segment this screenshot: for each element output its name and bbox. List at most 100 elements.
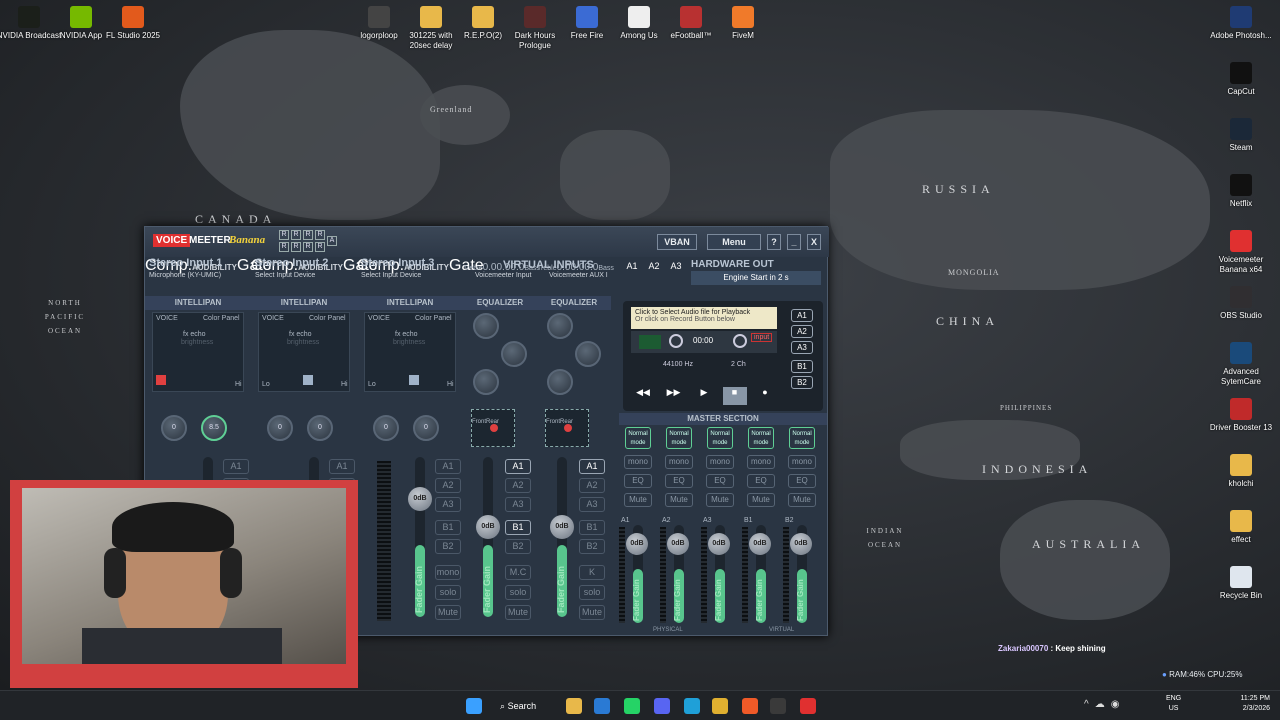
- bus-button-b1[interactable]: B1: [505, 520, 531, 535]
- desktop-icon[interactable]: Steam: [1208, 118, 1274, 153]
- eq-button[interactable]: EQ: [747, 474, 775, 488]
- comp-knob[interactable]: 0: [161, 415, 187, 441]
- bus-button-a1[interactable]: A1: [223, 459, 249, 474]
- normal-mode-button[interactable]: Normal mode: [625, 427, 651, 449]
- desktop-icon[interactable]: Driver Booster 13: [1208, 398, 1274, 433]
- solo-button[interactable]: solo: [579, 585, 605, 600]
- windows-icon[interactable]: [466, 698, 482, 714]
- fader-knob[interactable]: 0dB: [550, 515, 574, 539]
- chevron-up-icon[interactable]: ^: [1084, 699, 1095, 710]
- bus-button-a1[interactable]: A1: [435, 459, 461, 474]
- mono-button[interactable]: mono: [665, 455, 693, 469]
- desktop-icon[interactable]: Netflix: [1208, 174, 1274, 209]
- mono-button[interactable]: mono: [435, 565, 461, 580]
- comp-knob[interactable]: 0: [267, 415, 293, 441]
- mid-knob[interactable]: [575, 341, 601, 367]
- fader-knob[interactable]: 0dB: [626, 533, 648, 555]
- bus-button-a1[interactable]: A1: [505, 459, 531, 474]
- brave-icon[interactable]: [742, 698, 758, 714]
- strip-device[interactable]: Select Input Device: [255, 272, 315, 279]
- voicemeeter-icon[interactable]: [800, 698, 816, 714]
- desktop-icon[interactable]: FL Studio 2025: [100, 6, 166, 41]
- bass-knob[interactable]: [547, 369, 573, 395]
- mute-button[interactable]: Mute: [665, 493, 693, 507]
- comp-knob[interactable]: 0: [373, 415, 399, 441]
- hardware-out-a3[interactable]: A3: [667, 261, 685, 271]
- fader-knob[interactable]: 0dB: [408, 487, 432, 511]
- discord-icon[interactable]: [654, 698, 670, 714]
- strip-title[interactable]: Stereo Input 1: [149, 257, 222, 269]
- eq-button[interactable]: EQ: [788, 474, 816, 488]
- bass-knob[interactable]: [473, 369, 499, 395]
- bus-button-a1[interactable]: A1: [329, 459, 355, 474]
- network-icon[interactable]: ◉: [1111, 699, 1126, 710]
- cassette-route-a1[interactable]: A1: [791, 309, 813, 322]
- mid-knob[interactable]: [501, 341, 527, 367]
- mute-button[interactable]: Mute: [706, 493, 734, 507]
- strip-title[interactable]: Stereo Input 3: [361, 257, 434, 269]
- solo-button[interactable]: solo: [505, 585, 531, 600]
- bus-button-a2[interactable]: A2: [579, 478, 605, 493]
- mono-button[interactable]: mono: [747, 455, 775, 469]
- system-tray[interactable]: ^☁◉: [1084, 699, 1125, 710]
- fader-knob[interactable]: 0dB: [790, 533, 812, 555]
- clock[interactable]: 11:25 PM 2/3/2026: [1230, 694, 1270, 714]
- cassette-route-b2[interactable]: B2: [791, 376, 813, 389]
- mute-button[interactable]: Mute: [505, 605, 531, 620]
- desktop-icon[interactable]: Adobe Photosh...: [1208, 6, 1274, 41]
- mute-button[interactable]: Mute: [579, 605, 605, 620]
- mute-button[interactable]: Mute: [788, 493, 816, 507]
- outlook-icon[interactable]: [594, 698, 610, 714]
- surround-pad[interactable]: FrontRear: [471, 409, 515, 447]
- pan-cursor[interactable]: [409, 375, 419, 385]
- treble-knob[interactable]: [547, 313, 573, 339]
- fast-forward-icon[interactable]: ▶▶: [662, 387, 686, 405]
- virtual-device[interactable]: Voicemeeter AUX I: [549, 272, 608, 279]
- voicemeeter-titlebar[interactable]: VOICE MEETER Banana RRRRRRRRA VBAN Menu …: [145, 227, 829, 257]
- treble-knob[interactable]: [473, 313, 499, 339]
- bus-button-b1[interactable]: B1: [435, 520, 461, 535]
- mc-button[interactable]: K: [579, 565, 605, 580]
- gate-knob[interactable]: 0: [413, 415, 439, 441]
- bus-button-a1[interactable]: A1: [579, 459, 605, 474]
- cassette-route-a3[interactable]: A3: [791, 341, 813, 354]
- eq-button[interactable]: EQ: [624, 474, 652, 488]
- play-icon[interactable]: ▶: [692, 387, 716, 405]
- fader-knob[interactable]: 0dB: [667, 533, 689, 555]
- desktop-icon[interactable]: Advanced SytemCare: [1208, 342, 1274, 387]
- solo-button[interactable]: solo: [435, 585, 461, 600]
- bus-button-b2[interactable]: B2: [505, 539, 531, 554]
- desktop-icon[interactable]: effect: [1208, 510, 1274, 545]
- fader-knob[interactable]: 0dB: [749, 533, 771, 555]
- desktop-icon[interactable]: Recycle Bin: [1208, 566, 1274, 601]
- desktop-icon[interactable]: Voicemeeter Banana x64: [1208, 230, 1274, 275]
- help-button[interactable]: ?: [767, 234, 781, 250]
- mono-button[interactable]: mono: [624, 455, 652, 469]
- normal-mode-button[interactable]: Normal mode: [789, 427, 815, 449]
- bus-button-a3[interactable]: A3: [579, 497, 605, 512]
- normal-mode-button[interactable]: Normal mode: [748, 427, 774, 449]
- pan-cursor[interactable]: [156, 375, 166, 385]
- bus-button-a3[interactable]: A3: [505, 497, 531, 512]
- desktop-icon[interactable]: kholchi: [1208, 454, 1274, 489]
- intellipan-pad[interactable]: VOICE Color Panel fx echo brightness Lo Hi: [364, 312, 456, 392]
- mono-button[interactable]: mono: [706, 455, 734, 469]
- menu-button[interactable]: Menu: [707, 234, 761, 250]
- cassette-route-b1[interactable]: B1: [791, 360, 813, 373]
- mute-button[interactable]: Mute: [435, 605, 461, 620]
- language-indicator[interactable]: ENG US: [1166, 694, 1181, 714]
- intellipan-pad[interactable]: VOICE Color Panel fx echo brightness Hi: [152, 312, 244, 392]
- surround-cursor[interactable]: [490, 424, 498, 432]
- strip-device[interactable]: Microphone (KY-UMIC): [149, 272, 221, 279]
- bus-button-b1[interactable]: B1: [579, 520, 605, 535]
- cassette-hint[interactable]: Click to Select Audio file for Playback …: [631, 307, 777, 329]
- stop-icon[interactable]: ■: [722, 387, 747, 405]
- mute-button[interactable]: Mute: [747, 493, 775, 507]
- strip-device[interactable]: Select Input Device: [361, 272, 421, 279]
- bus-button-a3[interactable]: A3: [435, 497, 461, 512]
- desktop-icon[interactable]: OBS Studio: [1208, 286, 1274, 321]
- virtual-device[interactable]: Voicemeeter Input: [475, 272, 531, 279]
- desktop-icon[interactable]: CapCut: [1208, 62, 1274, 97]
- cloud-icon[interactable]: ☁: [1095, 699, 1111, 710]
- mono-button[interactable]: mono: [788, 455, 816, 469]
